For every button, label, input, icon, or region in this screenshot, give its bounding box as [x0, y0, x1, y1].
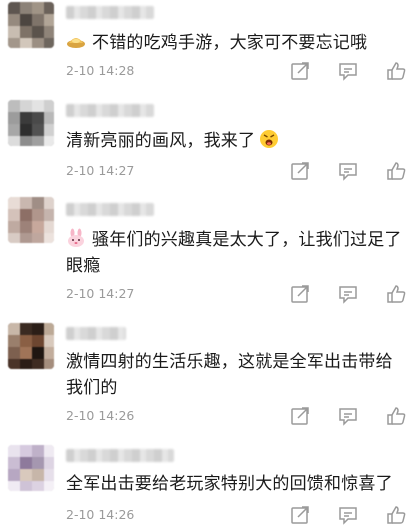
- action-bar: [289, 504, 409, 526]
- gold-ingot-icon: [66, 31, 86, 51]
- share-icon[interactable]: [289, 504, 311, 526]
- comment-item: 激情四射的生活乐趣，这就是全军出击带给我们的 2-10 14:26: [0, 315, 415, 433]
- username-blurred[interactable]: [66, 449, 174, 462]
- comment-text: 不错的吃鸡手游，大家可不要忘记哦: [66, 30, 407, 56]
- comment-item: 骚年们的兴趣真是太大了，让我们过足了眼瘾 2-10 14:27: [0, 189, 415, 315]
- thumbs-up-icon[interactable]: [385, 60, 407, 82]
- comment-item: 清新亮丽的画风，我来了 2-10 14:27: [0, 92, 415, 189]
- comment-text: 激情四射的生活乐趣，这就是全军出击带给我们的: [66, 349, 407, 401]
- avatar[interactable]: [8, 323, 54, 369]
- username-blurred[interactable]: [66, 327, 126, 340]
- comment-text: 全军出击要给老玩家特别大的回馈和惊喜了: [66, 471, 407, 497]
- action-bar: [289, 405, 409, 427]
- avatar[interactable]: [8, 197, 54, 243]
- comment-text-content: 不错的吃鸡手游，大家可不要忘记哦: [92, 33, 368, 53]
- comment-icon[interactable]: [337, 60, 359, 82]
- action-bar: [289, 160, 409, 182]
- share-icon[interactable]: [289, 160, 311, 182]
- action-bar: [289, 60, 409, 82]
- share-icon[interactable]: [289, 60, 311, 82]
- action-bar: [289, 283, 409, 305]
- timestamp: 2-10 14:26: [66, 408, 135, 423]
- thumbs-up-icon[interactable]: [385, 160, 407, 182]
- timestamp: 2-10 14:27: [66, 286, 135, 301]
- comment-icon[interactable]: [337, 283, 359, 305]
- avatar[interactable]: [8, 445, 54, 491]
- avatar[interactable]: [8, 100, 54, 146]
- pink-rabbit-icon: [66, 228, 86, 248]
- comment-text: 清新亮丽的画风，我来了: [66, 128, 407, 154]
- thumbs-up-icon[interactable]: [385, 504, 407, 526]
- comment-text: 骚年们的兴趣真是太大了，让我们过足了眼瘾: [66, 227, 407, 279]
- avatar[interactable]: [8, 2, 54, 48]
- comment-item: 全军出击要给老玩家特别大的回馈和惊喜了 2-10 14:26: [0, 433, 415, 530]
- comment-text-content: 骚年们的兴趣真是太大了，让我们过足了眼瘾: [66, 230, 402, 276]
- share-icon[interactable]: [289, 283, 311, 305]
- username-blurred[interactable]: [66, 203, 154, 216]
- comment-text-content: 激情四射的生活乐趣，这就是全军出击带给我们的: [66, 352, 393, 398]
- angry-face-icon: [259, 129, 279, 149]
- thumbs-up-icon[interactable]: [385, 283, 407, 305]
- comment-icon[interactable]: [337, 504, 359, 526]
- comment-item: 不错的吃鸡手游，大家可不要忘记哦 2-10 14:28: [0, 0, 415, 92]
- comment-text-content: 清新亮丽的画风，我来了: [66, 131, 256, 151]
- username-blurred[interactable]: [66, 104, 154, 117]
- timestamp: 2-10 14:27: [66, 163, 135, 178]
- comment-icon[interactable]: [337, 160, 359, 182]
- share-icon[interactable]: [289, 405, 311, 427]
- thumbs-up-icon[interactable]: [385, 405, 407, 427]
- comment-icon[interactable]: [337, 405, 359, 427]
- timestamp: 2-10 14:28: [66, 63, 135, 78]
- timestamp: 2-10 14:26: [66, 507, 135, 522]
- comment-text-content: 全军出击要给老玩家特别大的回馈和惊喜了: [66, 474, 393, 494]
- username-blurred[interactable]: [66, 6, 154, 19]
